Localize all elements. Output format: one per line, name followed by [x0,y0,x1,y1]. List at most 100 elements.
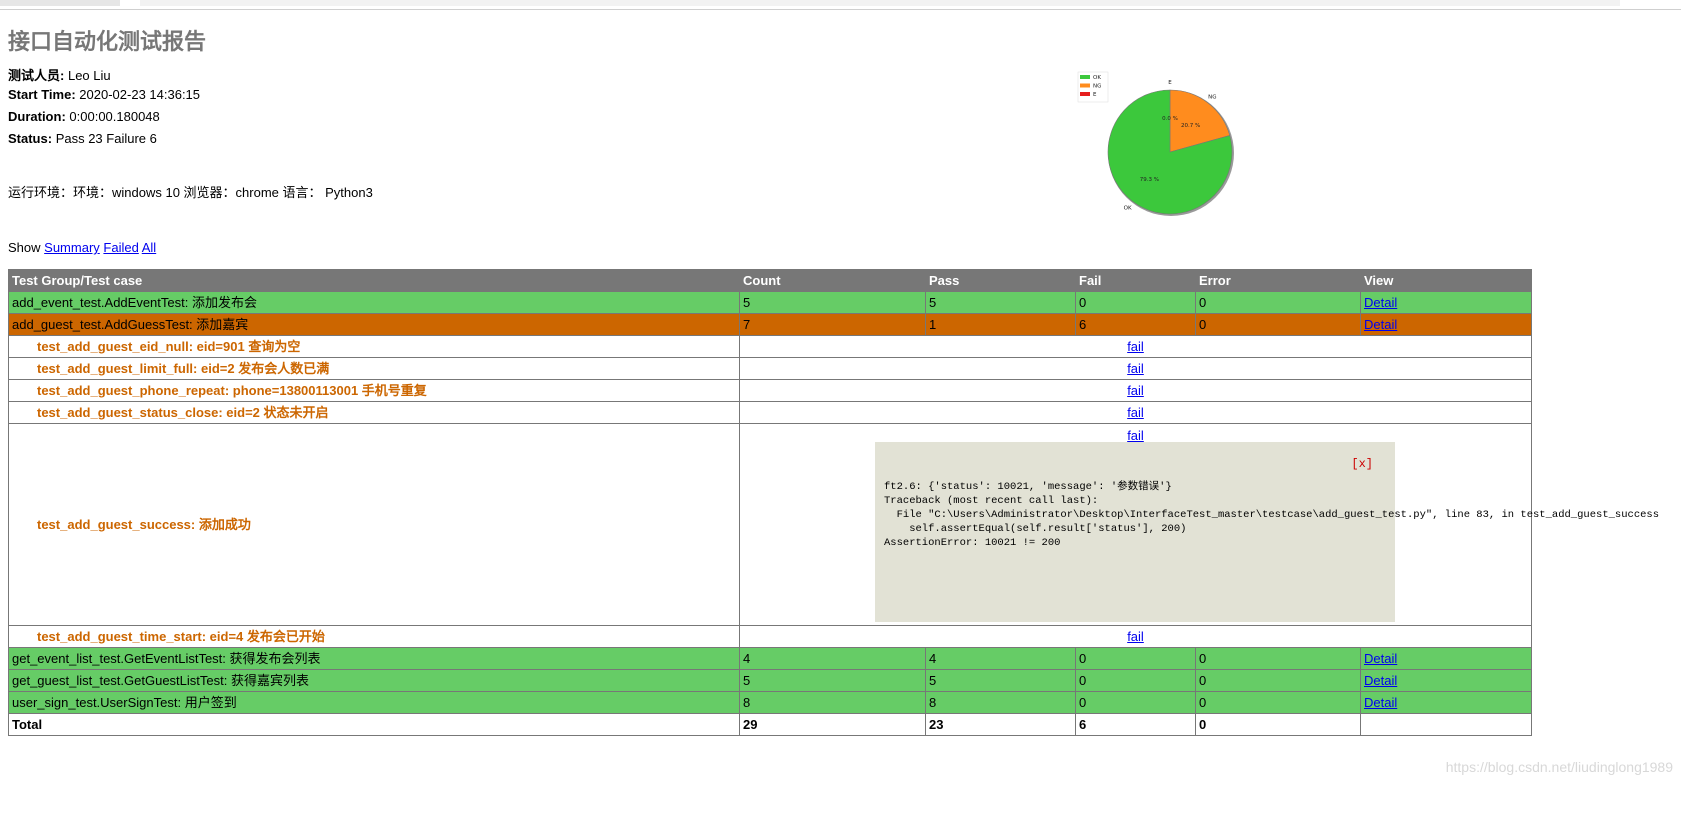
traceback-line: self.assertEqual(self.result['status'], … [884,523,1187,535]
fail-link[interactable]: fail [1127,339,1144,354]
case-row: test_add_guest_time_start: eid=4 发布会已开始 … [8,625,1532,648]
legend-label: E [1093,92,1097,98]
group-name: user_sign_test.UserSignTest: 用户签到 [8,691,740,714]
group-name: add_event_test.AddEventTest: 添加发布会 [8,291,740,314]
legend-label: NG [1093,84,1101,90]
case-result-cell: fail [739,401,1532,424]
total-fail: 6 [1075,713,1196,736]
group-pass: 1 [925,313,1076,336]
total-label: Total [8,713,740,736]
tester-line: 测试人员: Leo Liu [8,65,111,84]
detail-link[interactable]: Detail [1364,673,1397,688]
watermark: https://blog.csdn.net/liudinglong1989 [1445,759,1673,775]
group-count: 5 [739,669,926,692]
pie-pct-label: 79.3 % [1140,177,1159,183]
detail-link[interactable]: Detail [1364,695,1397,710]
group-error: 0 [1195,691,1361,714]
group-count: 7 [739,313,926,336]
environment-text: 运行环境：环境：windows 10 浏览器：chrome 语言： Python… [8,185,373,200]
duration-label: Duration: [8,109,66,124]
report-title: 接口自动化测试报告 [8,29,207,54]
fail-link[interactable]: fail [1127,629,1144,644]
status-line: Status: Pass 23 Failure 6 [8,131,157,146]
duration-line: Duration: 0:00:00.180048 [8,109,160,124]
col-header-count: Count [739,269,926,292]
detail-link[interactable]: Detail [1364,317,1397,332]
total-view [1360,713,1532,736]
traceback-text: ft2.6: {'status': 10021, 'message': '参数错… [884,480,1659,550]
group-count: 8 [739,691,926,714]
pie-legend: OK NG E [1077,71,1109,103]
case-row-expanded: test_add_guest_success: 添加成功 fail [x] ft… [8,423,1659,626]
fail-link[interactable]: fail [1127,383,1144,398]
show-label: Show [8,240,41,255]
group-error: 0 [1195,291,1361,314]
group-pass: 8 [925,691,1076,714]
total-row: Total 29 23 6 0 [8,713,1532,736]
group-error: 0 [1195,669,1361,692]
browser-tab[interactable] [0,0,120,6]
traceback-line: Traceback (most recent call last): [884,495,1099,507]
traceback-line: AssertionError: 10021 != 200 [884,537,1061,549]
col-header-fail: Fail [1075,269,1196,292]
case-row: test_add_guest_phone_repeat: phone=13800… [8,379,1532,402]
group-view-cell: Detail [1360,313,1532,336]
group-fail: 6 [1075,313,1196,336]
detail-link[interactable]: Detail [1364,295,1397,310]
col-header-testgroup: Test Group/Test case [8,269,740,292]
group-row-get-event-list: get_event_list_test.GetEventListTest: 获得… [8,647,1532,670]
legend-swatch [1080,92,1090,96]
group-count: 4 [739,647,926,670]
case-row: test_add_guest_limit_full: eid=2 发布会人数已满… [8,357,1532,380]
error-detail-popup: [x] ft2.6: {'status': 10021, 'message': … [875,442,1659,622]
tester-value: Leo Liu [67,68,111,83]
group-row-add-guest: add_guest_test.AddGuessTest: 添加嘉宾 7 1 6 … [8,313,1532,336]
case-result-cell: fail [739,379,1532,402]
group-row-get-guest-list: get_guest_list_test.GetGuestListTest: 获得… [8,669,1532,692]
group-view-cell: Detail [1360,291,1532,314]
traceback-line: ft2.6: {'status': 10021, 'message': '参数错… [884,481,1172,493]
case-name: test_add_guest_limit_full: eid=2 发布会人数已满 [8,357,740,380]
case-row: test_add_guest_status_close: eid=2 状态未开启… [8,401,1532,424]
traceback-line: File "C:\Users\Administrator\Desktop\Int… [884,509,1660,521]
start-time-label: Start Time: [8,87,76,102]
group-view-cell: Detail [1360,669,1532,692]
case-result-cell: fail [x] ft2.6: {'status': 10021, 'messa… [739,423,1659,626]
status-value: Pass 23 Failure 6 [55,131,157,146]
case-result-cell: fail [739,357,1532,380]
group-row-add-event: add_event_test.AddEventTest: 添加发布会 5 5 0… [8,291,1532,314]
case-name: test_add_guest_eid_null: eid=901 查询为空 [8,335,740,358]
start-time-line: Start Time: 2020-02-23 14:36:15 [8,87,200,102]
group-name: get_guest_list_test.GetGuestListTest: 获得… [8,669,740,692]
all-link[interactable]: All [142,240,156,255]
fail-link[interactable]: fail [1127,405,1144,420]
legend-swatch [1080,83,1090,88]
fail-link[interactable]: fail [1127,361,1144,376]
legend-label: OK [1093,75,1101,81]
case-row: test_add_guest_eid_null: eid=901 查询为空 fa… [8,335,1532,358]
status-label: Status: [8,131,53,146]
case-result-cell: fail [739,335,1532,358]
header-row: Test Group/Test case Count Pass Fail Err… [8,269,1532,292]
group-name: add_guest_test.AddGuessTest: 添加嘉宾 [8,313,740,336]
duration-value: 0:00:00.180048 [69,109,160,124]
browser-address-strip [140,0,1620,6]
close-popup-button[interactable]: [x] [1351,454,1373,475]
browser-top-strip [0,0,1681,10]
summary-link[interactable]: Summary [44,240,100,255]
group-name: get_event_list_test.GetEventListTest: 获得… [8,647,740,670]
result-pie-chart: 0.0 % E 20.7 % NG 79.3 % OK OK NG E [1077,71,1234,216]
pie-pct-label: 20.7 % [1181,123,1200,129]
legend-swatch [1080,75,1090,79]
detail-link[interactable]: Detail [1364,651,1397,666]
col-header-error: Error [1195,269,1361,292]
col-header-view: View [1360,269,1532,292]
group-error: 0 [1195,313,1361,336]
case-name: test_add_guest_success: 添加成功 [8,423,740,626]
group-row-user-sign: user_sign_test.UserSignTest: 用户签到 8 8 0 … [8,691,1532,714]
start-time-value: 2020-02-23 14:36:15 [79,87,201,102]
group-view-cell: Detail [1360,691,1532,714]
pie-pct-label: 0.0 % [1162,116,1178,122]
total-pass: 23 [925,713,1076,736]
failed-link[interactable]: Failed [103,240,138,255]
